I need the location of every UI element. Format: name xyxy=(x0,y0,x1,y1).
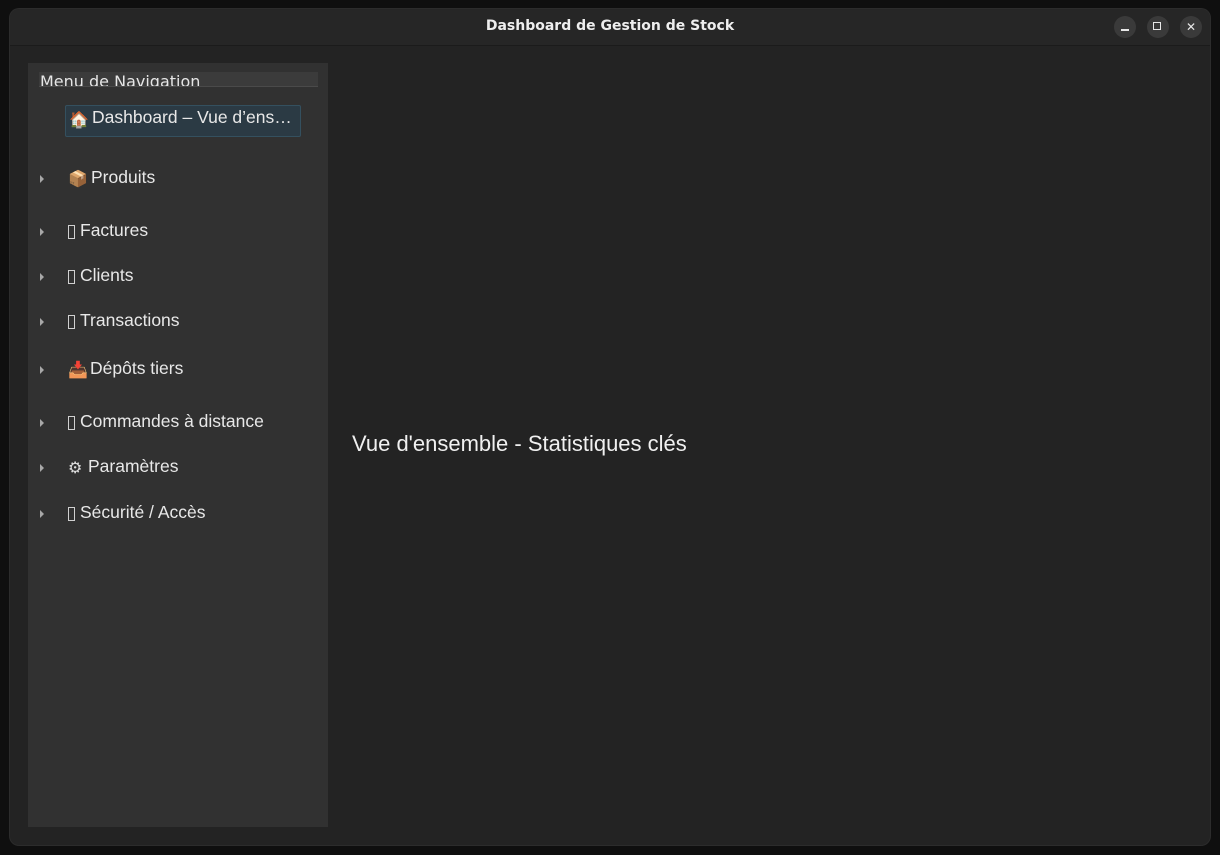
expand-arrow-icon[interactable] xyxy=(40,175,44,183)
sidebar-item-label: Dashboard – Vue d’ens… xyxy=(92,107,292,127)
expand-arrow-icon[interactable] xyxy=(40,464,44,472)
app-window: Dashboard de Gestion de Stock ✕ Menu de … xyxy=(10,9,1210,845)
sidebar-item-parametres[interactable]: ⚙ Paramètres xyxy=(28,454,328,484)
maximize-icon xyxy=(1153,22,1161,30)
sidebar-item-dashboard[interactable]: 🏠 Dashboard – Vue d’ens… xyxy=(28,105,328,141)
inbox-tray-icon: 📥 xyxy=(68,360,88,379)
page-title: Vue d'ensemble - Statistiques clés xyxy=(352,431,687,456)
sidebar-item-factures[interactable]: Factures xyxy=(28,218,328,248)
expand-arrow-icon[interactable] xyxy=(40,318,44,326)
sidebar-item-commandes-a-distance[interactable]: Commandes à distance xyxy=(28,409,328,439)
navigation-sidebar: Menu de Navigation 🏠 Dashboard – Vue d’e… xyxy=(28,63,328,827)
sidebar-item-clients[interactable]: Clients xyxy=(28,263,328,293)
expand-arrow-icon[interactable] xyxy=(40,228,44,236)
package-icon: 📦 xyxy=(68,169,88,188)
sidebar-item-produits[interactable]: 📦 Produits xyxy=(28,165,328,195)
sidebar-item-label: Commandes à distance xyxy=(80,411,264,431)
maximize-button[interactable] xyxy=(1147,16,1169,38)
window-title: Dashboard de Gestion de Stock xyxy=(485,18,735,34)
house-icon: 🏠 xyxy=(69,110,89,129)
sidebar-item-securite-acces[interactable]: Sécurité / Accès xyxy=(28,500,328,530)
sidebar-item-transactions[interactable]: Transactions xyxy=(28,308,328,338)
sidebar-item-label: Factures xyxy=(80,220,149,240)
sidebar-item-label: Dépôts tiers xyxy=(90,358,184,378)
sidebar-item-depots-tiers[interactable]: 📥 Dépôts tiers xyxy=(28,356,328,386)
minimize-button[interactable] xyxy=(1114,16,1136,38)
sidebar-item-label: Sécurité / Accès xyxy=(80,502,206,522)
title-bar[interactable]: Dashboard de Gestion de Stock ✕ xyxy=(10,9,1210,46)
expand-arrow-icon[interactable] xyxy=(40,273,44,281)
sidebar-item-label: Clients xyxy=(80,265,134,285)
close-icon: ✕ xyxy=(1185,20,1197,34)
expand-arrow-icon[interactable] xyxy=(40,366,44,374)
sidebar-item-label: Transactions xyxy=(80,310,180,330)
expand-arrow-icon[interactable] xyxy=(40,510,44,518)
sidebar-item-label: Produits xyxy=(91,167,156,187)
close-button[interactable]: ✕ xyxy=(1180,16,1202,38)
sidebar-item-label: Paramètres xyxy=(88,456,179,476)
expand-arrow-icon[interactable] xyxy=(40,419,44,427)
sidebar-header: Menu de Navigation xyxy=(39,72,318,87)
gear-icon: ⚙ xyxy=(68,458,83,477)
minimize-icon xyxy=(1121,29,1129,31)
